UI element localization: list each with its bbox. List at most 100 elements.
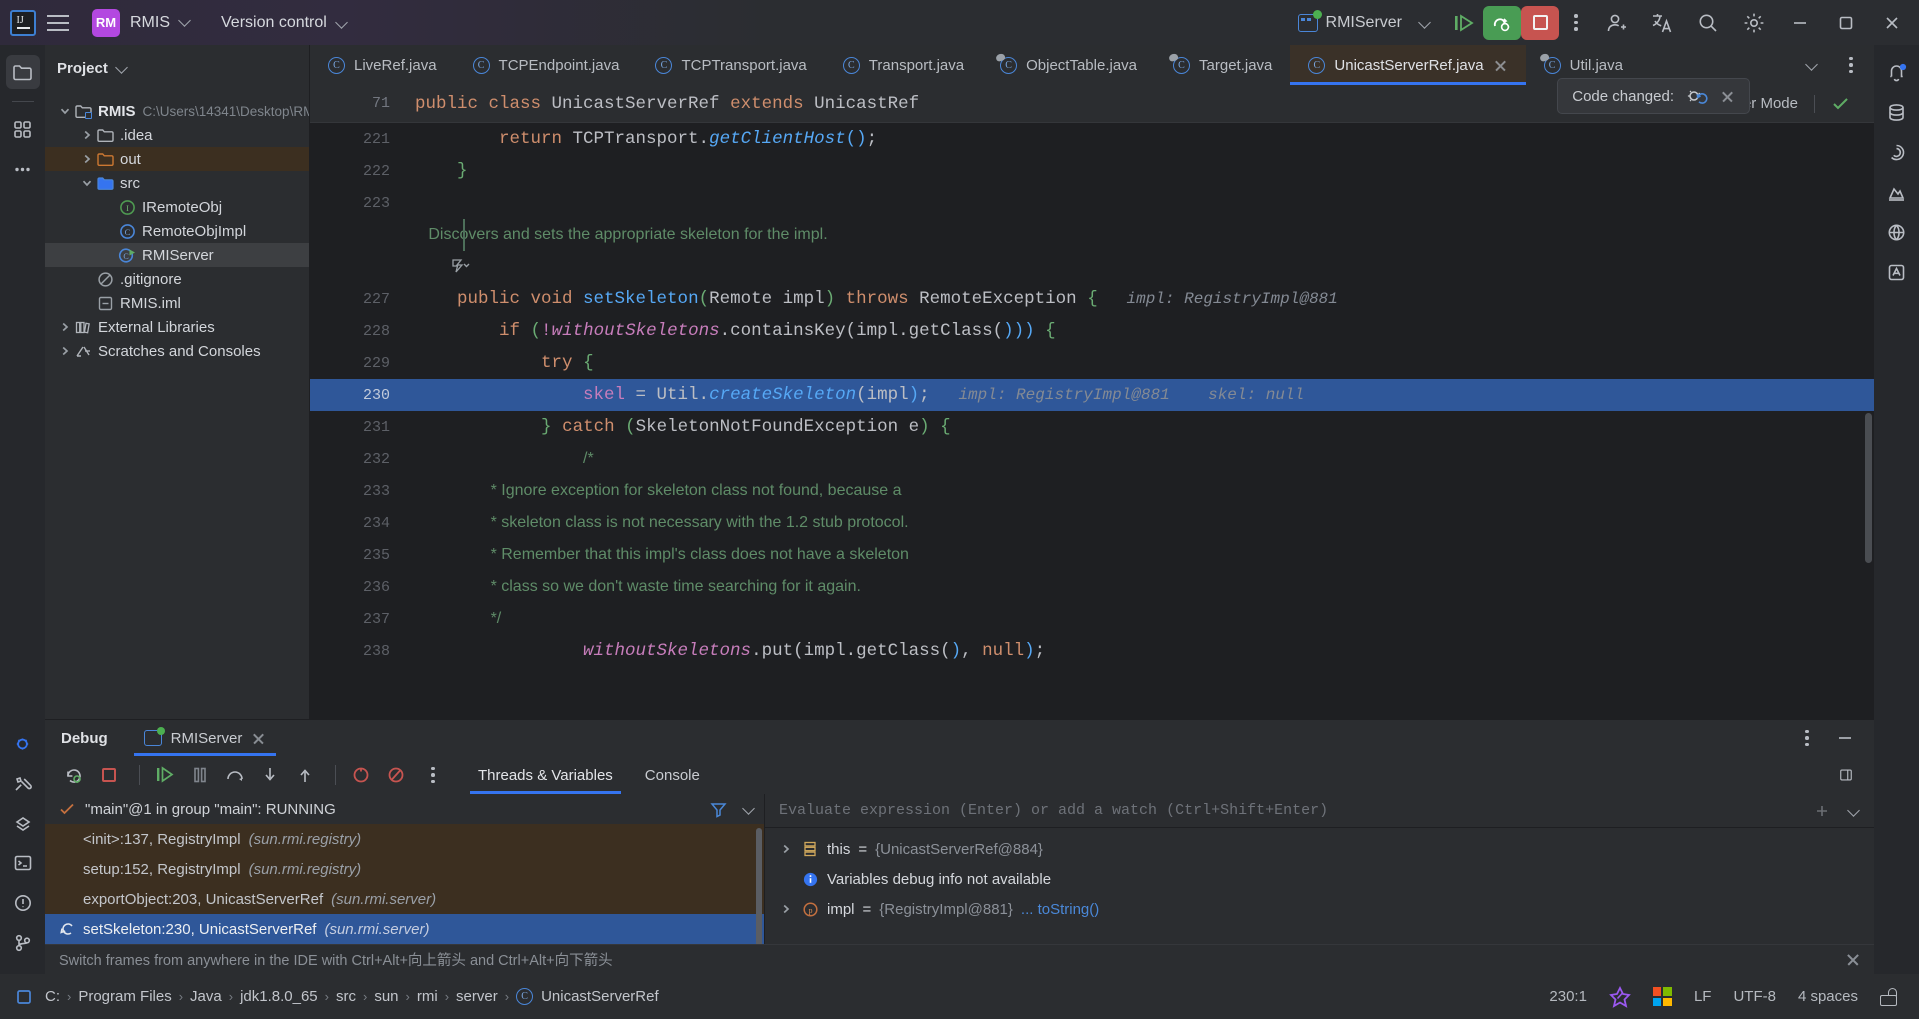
breadcrumb-item[interactable]: rmi — [410, 988, 445, 1005]
encoding-label[interactable]: UTF-8 — [1733, 988, 1776, 1005]
more-icon[interactable] — [416, 758, 450, 792]
unlocked-icon[interactable] — [1880, 987, 1897, 1006]
code-line[interactable]: 236 * class so we don't waste time searc… — [310, 571, 1874, 603]
web-icon[interactable] — [1880, 215, 1914, 249]
code-line[interactable]: 231 } catch (SkeletonNotFoundException e… — [310, 411, 1874, 443]
code-line[interactable]: 221 return TCPTransport.getClientHost(); — [310, 123, 1874, 155]
notifications-icon[interactable] — [1880, 55, 1914, 89]
close-icon[interactable] — [1493, 58, 1508, 73]
database-icon[interactable] — [1880, 95, 1914, 129]
variable-row[interactable]: Variables debug info not available — [765, 864, 1874, 894]
variables-list[interactable]: this = {UnicastServerRef@884} Variables d… — [765, 828, 1874, 924]
code-line-current[interactable]: 230 skel = Util.createSkeleton(impl); im… — [310, 379, 1874, 411]
chevron-right-icon[interactable] — [57, 345, 73, 357]
code-line[interactable]: 227 public void setSkeleton(Remote impl)… — [310, 283, 1874, 315]
kebab-menu-icon[interactable] — [1834, 48, 1868, 82]
breadcrumb-item[interactable]: UnicastServerRef — [539, 988, 666, 1005]
annotations-fold-icon[interactable] — [450, 257, 472, 277]
stop-icon[interactable] — [94, 760, 124, 790]
close-icon[interactable] — [1846, 953, 1860, 967]
chevron-right-icon[interactable] — [57, 321, 73, 333]
chevron-down-icon[interactable] — [1848, 805, 1860, 817]
version-control-button[interactable]: Version control — [221, 14, 348, 32]
maven-icon[interactable] — [1880, 135, 1914, 169]
editor-vertical-scrollbar[interactable] — [1865, 413, 1872, 563]
layout-settings-icon[interactable] — [1839, 760, 1869, 790]
sidebar-item-services[interactable] — [6, 806, 40, 840]
editor-tab-tcpendpoint-java[interactable]: C TCPEndpoint.java — [455, 45, 638, 85]
breadcrumb-item[interactable]: sun — [367, 988, 405, 1005]
run-configuration-selector[interactable]: RMIServer — [1297, 9, 1431, 32]
variable-row[interactable]: this = {UnicastServerRef@884} — [765, 834, 1874, 864]
project-name-button[interactable]: RMIS — [130, 14, 191, 32]
stop-button[interactable] — [1521, 5, 1559, 40]
editor-tab-target-java[interactable]: C Target.java — [1155, 45, 1290, 85]
code-line[interactable]: 238 withoutSkeletons.put(impl.getClass()… — [310, 635, 1874, 667]
code-line[interactable]: 228 if (!withoutSkeletons.containsKey(im… — [310, 315, 1874, 347]
chevron-right-icon[interactable] — [79, 153, 95, 165]
code-line[interactable]: 223 — [310, 187, 1874, 219]
tree-node-idea[interactable]: .idea — [45, 123, 310, 147]
code-line[interactable]: 222 } — [310, 155, 1874, 187]
step-out-icon[interactable] — [290, 760, 320, 790]
tree-node-rmis[interactable]: RMIS C:\Users\14341\Desktop\RMIS — [45, 99, 327, 123]
sidebar-item-debug[interactable] — [6, 726, 40, 760]
tree-node-iremoteobj[interactable]: I IRemoteObj — [45, 195, 310, 219]
code-line[interactable]: 234 * skeleton class is not necessary wi… — [310, 507, 1874, 539]
breadcrumb-item[interactable]: Java — [183, 988, 229, 1005]
tree-node-externallibraries[interactable]: External Libraries — [45, 315, 310, 339]
code-line[interactable]: 232 /* — [310, 443, 1874, 475]
expand-arrow-icon[interactable] — [779, 903, 793, 915]
search-icon[interactable] — [1685, 0, 1731, 45]
mute-breakpoints-icon[interactable] — [381, 760, 411, 790]
tree-node-remoteobjimpl[interactable]: C RemoteObjImpl — [45, 219, 310, 243]
frame-row[interactable]: setSkeleton:230, UnicastServerRef (sun.rm… — [45, 914, 765, 944]
ai-assistant-icon[interactable] — [1609, 985, 1631, 1008]
frame-row[interactable]: exportObject:203, UnicastServerRef (sun.r… — [45, 884, 765, 914]
step-into-icon[interactable] — [255, 760, 285, 790]
close-button[interactable] — [1869, 0, 1915, 45]
indent-label[interactable]: 4 spaces — [1798, 988, 1858, 1005]
tree-node-src[interactable]: src — [45, 171, 310, 195]
frame-row[interactable]: setup:152, RegistryImpl (sun.rmi.registry… — [45, 854, 765, 884]
coverage-icon[interactable] — [1880, 175, 1914, 209]
caret-position[interactable]: 230:1 — [1549, 988, 1587, 1005]
breadcrumb-item[interactable]: jdk1.8.0_65 — [233, 988, 325, 1005]
hamburger-menu-icon[interactable] — [36, 0, 80, 45]
windows-defender-icon[interactable] — [1652, 987, 1672, 1006]
editor-tab-objecttable-java[interactable]: C ObjectTable.java — [982, 45, 1155, 85]
frames-list[interactable]: <init>:137, RegistryImpl (sun.rmi.registr… — [45, 824, 765, 944]
editor-tab-tcptransport-java[interactable]: C TCPTransport.java — [637, 45, 824, 85]
resume-icon[interactable] — [150, 760, 180, 790]
frames-scrollbar[interactable] — [756, 828, 762, 944]
sidebar-item-more-tool-windows[interactable] — [6, 152, 40, 186]
translate-icon[interactable] — [1639, 0, 1685, 45]
run-button[interactable] — [1445, 6, 1483, 40]
more-actions-button[interactable] — [1559, 6, 1593, 40]
chevron-down-icon[interactable] — [1806, 59, 1818, 71]
chevron-down-icon[interactable] — [79, 177, 95, 189]
variable-tostring-link[interactable]: ... toString() — [1021, 901, 1099, 918]
view-breakpoints-icon[interactable] — [346, 760, 376, 790]
project-panel-header[interactable]: Project — [45, 51, 310, 85]
pause-icon[interactable] — [185, 760, 215, 790]
maximize-button[interactable] — [1823, 0, 1869, 45]
editor-tab-unicastserverref-java[interactable]: C UnicastServerRef.java — [1290, 45, 1526, 85]
code-line[interactable]: 237 */ — [310, 603, 1874, 635]
debug-button[interactable] — [1483, 5, 1521, 40]
close-icon[interactable] — [1720, 89, 1735, 104]
sidebar-item-version-control[interactable] — [6, 926, 40, 960]
expand-arrow-icon[interactable] — [779, 843, 793, 855]
code-line[interactable]: 235 * Remember that this impl's class do… — [310, 539, 1874, 571]
minimize-button[interactable] — [1777, 0, 1823, 45]
tree-node-rmiserver[interactable]: C RMIServer — [45, 243, 310, 267]
ai-assistant-icon[interactable] — [1880, 255, 1914, 289]
tab-console[interactable]: Console — [629, 756, 716, 794]
tree-node-scratchesandconsoles[interactable]: Scratches and Consoles — [45, 339, 310, 363]
chevron-right-icon[interactable] — [79, 129, 95, 141]
variable-row[interactable]: p impl = {RegistryImpl@881} ... toString(… — [765, 894, 1874, 924]
breadcrumb-item[interactable]: server — [449, 988, 505, 1005]
kebab-menu-icon[interactable] — [1790, 721, 1824, 755]
settings-icon[interactable] — [1731, 0, 1777, 45]
chevron-down-icon[interactable] — [57, 105, 73, 117]
